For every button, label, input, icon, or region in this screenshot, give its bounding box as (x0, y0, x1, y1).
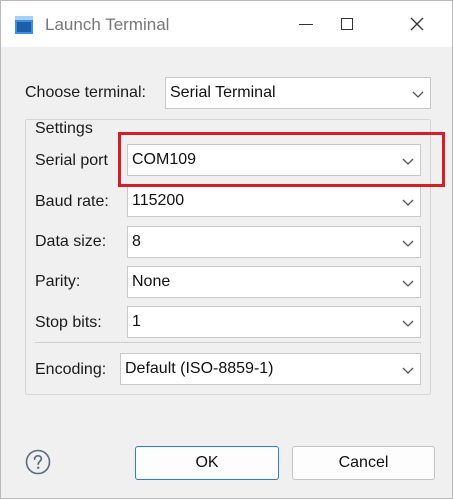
maximize-button[interactable] (324, 1, 370, 47)
parity-value: None (132, 273, 171, 290)
baud-rate-label: Baud rate: (35, 193, 109, 210)
serial-port-highlight (118, 132, 445, 187)
chevron-down-icon (402, 199, 414, 206)
stop-bits-label: Stop bits: (35, 314, 102, 331)
minimize-icon (299, 23, 313, 25)
help-icon[interactable] (25, 449, 51, 475)
baud-rate-value: 115200 (132, 192, 185, 209)
encoding-value: Default (ISO-8859-1) (125, 360, 274, 377)
chevron-down-icon (402, 320, 414, 327)
ok-button[interactable]: OK (135, 446, 279, 480)
data-size-select[interactable]: 8 (127, 226, 421, 258)
choose-terminal-label: Choose terminal: (25, 84, 146, 101)
data-size-label: Data size: (35, 233, 107, 250)
encoding-label: Encoding: (35, 361, 107, 378)
parity-label: Parity: (35, 273, 81, 290)
baud-rate-select[interactable]: 115200 (127, 185, 421, 217)
chevron-down-icon (402, 367, 414, 374)
cancel-button[interactable]: Cancel (292, 446, 435, 480)
chevron-down-icon (412, 91, 424, 98)
minimize-button[interactable] (283, 1, 329, 47)
parity-select[interactable]: None (127, 266, 421, 298)
close-icon (410, 17, 424, 31)
encoding-select[interactable]: Default (ISO-8859-1) (120, 353, 421, 385)
terminal-app-icon (15, 16, 33, 34)
title-bar: Launch Terminal (1, 1, 452, 47)
maximize-icon (341, 18, 353, 30)
settings-group-title: Settings (31, 120, 97, 138)
data-size-value: 8 (132, 233, 141, 250)
close-button[interactable] (394, 1, 440, 47)
chevron-down-icon (402, 280, 414, 287)
stop-bits-value: 1 (132, 313, 141, 330)
stop-bits-select[interactable]: 1 (127, 306, 421, 338)
choose-terminal-select[interactable]: Serial Terminal (165, 77, 431, 109)
launch-terminal-dialog: Launch Terminal Choose terminal: Serial … (0, 0, 453, 499)
choose-terminal-value: Serial Terminal (170, 84, 276, 101)
chevron-down-icon (402, 240, 414, 247)
serial-port-label: Serial port (35, 152, 108, 169)
settings-separator (35, 342, 421, 343)
window-title: Launch Terminal (45, 15, 170, 34)
